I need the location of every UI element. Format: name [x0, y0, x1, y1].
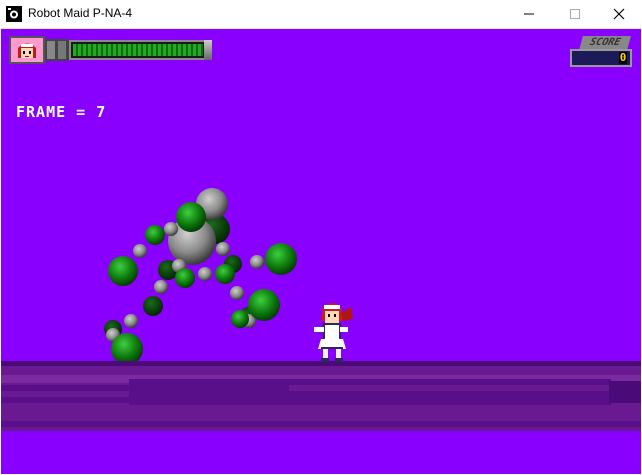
floor — [1, 361, 641, 431]
close-icon — [613, 8, 625, 20]
boss-green-orbs — [108, 202, 297, 365]
floor-stripe — [1, 407, 641, 419]
robot-maid-player — [314, 303, 353, 362]
floor-stripe — [609, 381, 641, 403]
floor-stripe — [1, 397, 129, 403]
window-title: Robot Maid P-NA-4 — [28, 6, 133, 20]
floor-stripe — [129, 379, 611, 405]
maximize-button[interactable] — [552, 0, 598, 28]
game-window: Robot Maid P-NA-4 SCORE 0 FRAME = 7 — [0, 0, 642, 475]
close-button[interactable] — [596, 0, 642, 28]
floor-stripe — [1, 385, 129, 391]
camera-app-icon — [6, 6, 22, 22]
maximize-icon — [570, 9, 580, 19]
floor-stripe — [289, 385, 611, 391]
minimize-button[interactable] — [506, 0, 552, 28]
floor-stripe — [1, 421, 641, 427]
title-bar[interactable]: Robot Maid P-NA-4 — [0, 0, 642, 29]
game-viewport[interactable]: SCORE 0 FRAME = 7 — [1, 29, 641, 474]
minimize-icon — [524, 13, 534, 15]
